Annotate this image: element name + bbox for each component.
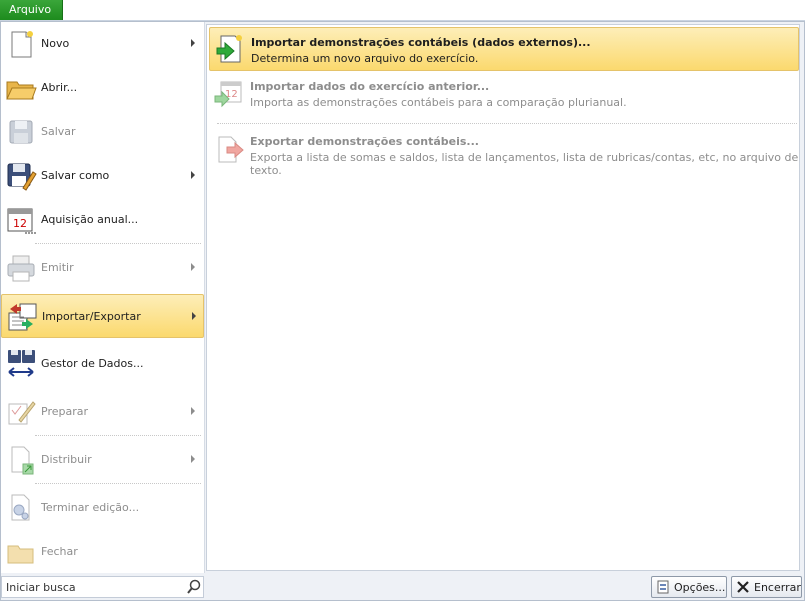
- options-button[interactable]: Opções...: [651, 576, 727, 598]
- item-title: Exportar demonstrações contábeis...: [250, 135, 479, 148]
- submenu-arrow-icon: [191, 171, 195, 179]
- menu-item-emit[interactable]: Emitir: [1, 246, 204, 290]
- menu-label: Fechar: [41, 545, 78, 558]
- menu-separator: [35, 483, 201, 484]
- menu-separator: [35, 243, 201, 244]
- finish-edit-icon: [5, 492, 37, 524]
- import-financial-statements-item[interactable]: Importar demonstrações contábeis (dados …: [209, 27, 799, 71]
- top-strip: Arquivo: [0, 0, 805, 21]
- menu-label: Abrir...: [41, 81, 78, 94]
- item-description: Exporta a lista de somas e saldos, lista…: [250, 151, 799, 177]
- export-document-icon: [213, 133, 245, 165]
- save-as-icon: [5, 160, 37, 192]
- options-icon: [656, 580, 670, 594]
- import-previous-year-item[interactable]: 12 Importar dados do exercício anterior.…: [209, 72, 799, 116]
- new-document-icon: [5, 28, 37, 60]
- import-document-icon: [214, 34, 246, 66]
- data-manager-icon: [5, 348, 37, 380]
- export-financial-statements-item[interactable]: Exportar demonstrações contábeis... Expo…: [209, 127, 799, 177]
- close-icon: [736, 580, 750, 594]
- submenu-arrow-icon: [191, 263, 195, 271]
- exit-button[interactable]: Encerrar: [731, 576, 802, 598]
- bottom-bar: Iniciar busca Opções... Encerrar: [1, 573, 804, 600]
- submenu-panel: Importar demonstrações contábeis (dados …: [206, 24, 800, 571]
- menu-item-new[interactable]: Novo: [1, 22, 204, 66]
- menu-label: Aquisição anual...: [41, 213, 139, 226]
- menu-item-data-manager[interactable]: Gestor de Dados...: [1, 342, 204, 386]
- submenu-arrow-icon: [191, 455, 195, 463]
- item-title: Importar dados do exercício anterior...: [250, 80, 490, 93]
- menu-label: Distribuir: [41, 453, 92, 466]
- menu-item-finish-edit[interactable]: Terminar edição...: [1, 486, 204, 530]
- save-disk-icon: [5, 116, 37, 148]
- menu-item-save[interactable]: Salvar: [1, 110, 204, 154]
- exit-label: Encerrar: [754, 581, 801, 594]
- prepare-pencil-icon: [5, 396, 37, 428]
- menu-separator: [35, 435, 201, 436]
- menu-label: Salvar como: [41, 169, 110, 182]
- menu-label: Novo: [41, 37, 70, 50]
- menu-label: Preparar: [41, 405, 88, 418]
- options-label: Opções...: [674, 581, 726, 594]
- backstage-frame: Novo Abrir... Salvar Salvar como 12 Aqui…: [0, 21, 805, 601]
- import-calendar-icon: 12: [213, 78, 245, 110]
- submenu-arrow-icon: [191, 407, 195, 415]
- menu-label: Importar/Exportar: [42, 310, 141, 323]
- menu-label: Emitir: [41, 261, 74, 274]
- file-tab[interactable]: Arquivo: [0, 0, 63, 21]
- distribute-icon: [5, 444, 37, 476]
- item-separator: [217, 123, 797, 124]
- menu-item-annual-acquisition[interactable]: 12 Aquisição anual...: [1, 198, 204, 242]
- item-description: Determina um novo arquivo do exercício.: [251, 52, 479, 65]
- menu-item-prepare[interactable]: Preparar: [1, 390, 204, 434]
- menu-item-distribute[interactable]: Distribuir: [1, 438, 204, 482]
- menu-label: Gestor de Dados...: [41, 357, 144, 370]
- menu-label: Salvar: [41, 125, 76, 138]
- svg-text:12: 12: [13, 217, 27, 230]
- search-placeholder: Iniciar busca: [6, 581, 76, 594]
- menu-item-import-export[interactable]: Importar/Exportar: [1, 294, 204, 338]
- submenu-arrow-icon: [191, 39, 195, 47]
- item-description: Importa as demonstrações contábeis para …: [250, 96, 627, 109]
- menu-item-save-as[interactable]: Salvar como: [1, 154, 204, 198]
- search-icon[interactable]: [186, 579, 202, 595]
- search-box[interactable]: Iniciar busca: [1, 576, 204, 598]
- menu-divider: [204, 22, 205, 573]
- item-title: Importar demonstrações contábeis (dados …: [251, 36, 591, 49]
- calendar-icon: 12: [5, 204, 37, 236]
- menu-item-open[interactable]: Abrir...: [1, 66, 204, 110]
- close-folder-icon: [5, 536, 37, 568]
- printer-icon: [5, 252, 37, 284]
- submenu-arrow-icon: [192, 312, 196, 320]
- import-export-icon: [6, 301, 38, 333]
- menu-label: Terminar edição...: [41, 501, 140, 514]
- left-menu: Novo Abrir... Salvar Salvar como 12 Aqui…: [1, 22, 205, 573]
- menu-item-close[interactable]: Fechar: [1, 530, 204, 574]
- open-folder-icon: [5, 72, 37, 104]
